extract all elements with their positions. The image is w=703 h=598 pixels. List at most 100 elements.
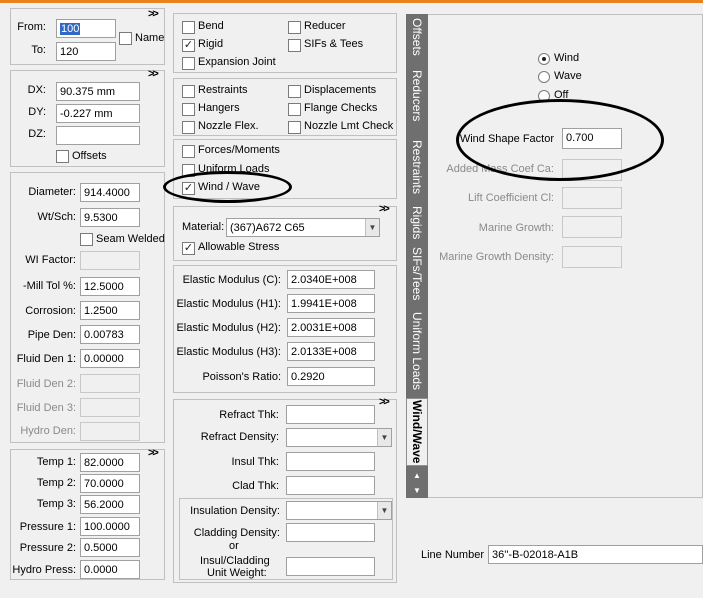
diameter-label: Diameter: [28, 186, 76, 198]
wi-factor-input [80, 251, 140, 270]
insulation-density-label: Insulation Density: [190, 505, 280, 517]
to-node-input[interactable]: 120 [56, 42, 116, 61]
delta-panel: >> DX: 90.375 mm DY: -0.227 mm DZ: Offse… [10, 68, 165, 167]
reducer-checkbox[interactable] [288, 21, 301, 34]
to-label: To: [31, 44, 46, 56]
marine-growth-input [562, 216, 622, 238]
restraints-checkbox[interactable] [182, 85, 195, 98]
material-label: Material: [182, 221, 225, 233]
allowable-stress-checkbox[interactable]: ✓ [182, 242, 195, 255]
elastic-h3-input[interactable]: 2.0133E+008 [287, 342, 375, 361]
node-panel-expand-button[interactable]: >> [148, 8, 159, 20]
expansion-joint-checkbox[interactable] [182, 57, 195, 70]
lift-coefficient-input [562, 187, 622, 209]
hydro-press-input[interactable]: 0.0000 [80, 560, 140, 579]
wave-radio-label: Wave [554, 70, 582, 82]
tab-restraints[interactable]: Restraints [406, 132, 428, 202]
dx-input[interactable]: 90.375 mm [56, 82, 140, 101]
hangers-checkbox[interactable] [182, 103, 195, 116]
temp-1-input[interactable]: 82.0000 [80, 453, 140, 472]
temp-2-input[interactable]: 70.0000 [80, 474, 140, 493]
elastic-panel: Elastic Modulus (C): 2.0340E+008 Elastic… [173, 265, 397, 393]
poisson-input[interactable]: 0.2920 [287, 367, 375, 386]
reducer-label: Reducer [304, 20, 346, 32]
nozzle-lmt-check-checkbox[interactable] [288, 121, 301, 134]
sifs-tees-checkbox[interactable] [288, 39, 301, 52]
pipe-properties-panel: Diameter: 914.4000 Wt/Sch: 9.5300 Seam W… [10, 172, 165, 443]
refract-density-select[interactable]: ▼ [286, 428, 392, 447]
insulation-density-select[interactable]: ▼ [286, 501, 392, 520]
delta-panel-expand-button[interactable]: >> [148, 68, 159, 80]
temp-panel-expand-button[interactable]: >> [148, 447, 159, 459]
insulation-panel-expand-button[interactable]: >> [379, 396, 390, 408]
tab-offsets[interactable]: Offsets [406, 14, 428, 60]
bend-checkbox[interactable] [182, 21, 195, 34]
fluid-den-2-input [80, 374, 140, 393]
nozzle-lmt-check-label: Nozzle Lmt Check [304, 120, 394, 132]
diameter-input[interactable]: 914.4000 [80, 183, 140, 202]
chevron-down-icon[interactable]: ▼ [377, 502, 391, 519]
wind-shape-factor-highlight-annotation [456, 99, 664, 181]
from-node-input[interactable]: 100 [56, 19, 116, 38]
pipe-den-input[interactable]: 0.00783 [80, 325, 140, 344]
insul-thk-input[interactable] [286, 452, 375, 471]
from-label: From: [17, 21, 46, 33]
cladding-density-input[interactable] [286, 523, 375, 542]
line-number-input[interactable]: 36''-B-02018-A1B [488, 545, 703, 564]
displacements-checkbox[interactable] [288, 85, 301, 98]
line-number-label: Line Number : [421, 549, 491, 561]
pressure-1-input[interactable]: 100.0000 [80, 517, 140, 536]
tab-sifs-tees[interactable]: SIFs/Tees [406, 244, 428, 304]
rigid-checkbox[interactable]: ✓ [182, 39, 195, 52]
dz-label: DZ: [28, 128, 46, 140]
tab-scroll-down-icon[interactable]: ▼ [413, 486, 421, 495]
unit-weight-input[interactable] [286, 557, 375, 576]
wtsch-input[interactable]: 9.5300 [80, 208, 140, 227]
tab-reducers[interactable]: Reducers [406, 62, 428, 130]
refract-thk-input[interactable] [286, 405, 375, 424]
elastic-h1-input[interactable]: 1.9941E+008 [287, 294, 375, 313]
material-value: (367)A672 C65 [230, 222, 305, 234]
pressure-2-input[interactable]: 0.5000 [80, 538, 140, 557]
dz-input[interactable] [56, 126, 140, 145]
material-select[interactable]: (367)A672 C65 ▼ [226, 218, 380, 237]
marine-growth-density-label: Marine Growth Density: [439, 251, 554, 263]
forces-moments-checkbox[interactable] [182, 145, 195, 158]
elastic-h3-label: Elastic Modulus (H3): [176, 346, 281, 358]
dx-label: DX: [27, 84, 46, 96]
tab-wind-wave[interactable]: Wind/Wave [406, 398, 428, 466]
elastic-c-input[interactable]: 2.0340E+008 [287, 270, 375, 289]
nozzle-flex-checkbox[interactable] [182, 121, 195, 134]
chevron-down-icon[interactable]: ▼ [377, 429, 391, 446]
tab-scroll-up-icon[interactable]: ▲ [413, 471, 421, 480]
fluid-den-1-input[interactable]: 0.00000 [80, 349, 140, 368]
material-panel-expand-button[interactable]: >> [379, 203, 390, 215]
rigid-label: Rigid [198, 38, 224, 50]
chevron-down-icon[interactable]: ▼ [365, 219, 379, 236]
temp-1-label: Temp 1: [36, 456, 76, 468]
clad-thk-input[interactable] [286, 476, 375, 495]
poisson-label: Poisson's Ratio: [202, 371, 281, 383]
corrosion-input[interactable]: 1.2500 [80, 301, 140, 320]
elastic-h1-label: Elastic Modulus (H1): [176, 298, 281, 310]
temp-3-input[interactable]: 56.2000 [80, 495, 140, 514]
node-panel: >> From: 100 To: 120 Name [10, 8, 165, 65]
name-checkbox[interactable] [119, 32, 132, 45]
wind-radio[interactable] [538, 53, 550, 65]
marine-growth-density-input [562, 246, 622, 268]
temp-2-label: Temp 2: [36, 477, 76, 489]
dy-input[interactable]: -0.227 mm [56, 104, 140, 123]
tab-rigids[interactable]: Rigids [406, 204, 428, 242]
offsets-checkbox[interactable] [56, 150, 69, 163]
flange-checks-checkbox[interactable] [288, 103, 301, 116]
wave-radio[interactable] [538, 71, 550, 83]
mill-tol-input[interactable]: 12.5000 [80, 277, 140, 296]
tab-uniform-loads[interactable]: Uniform Loads [406, 306, 428, 396]
seam-welded-checkbox[interactable] [80, 233, 93, 246]
cladding-density-label: Cladding Density: [193, 527, 280, 539]
nozzle-flex-label: Nozzle Flex. [198, 120, 259, 132]
or-label: or [229, 540, 239, 552]
elastic-h2-input[interactable]: 2.0031E+008 [287, 318, 375, 337]
temp-3-label: Temp 3: [36, 498, 76, 510]
name-checkbox-label: Name [135, 32, 165, 44]
